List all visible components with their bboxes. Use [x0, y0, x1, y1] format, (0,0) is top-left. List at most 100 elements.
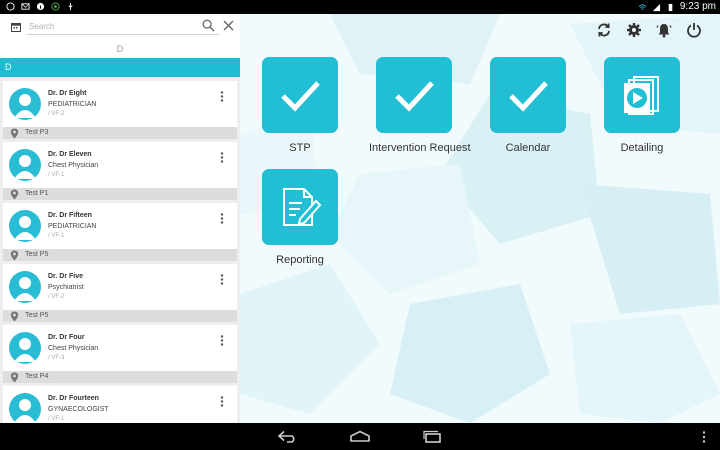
recent-apps-icon[interactable] — [421, 430, 443, 443]
doctor-card[interactable]: Dr. Dr Four Chest Physician / VF-3 Test … — [3, 325, 237, 383]
tile-intervention-request-box[interactable] — [376, 57, 452, 133]
search-bar — [0, 14, 240, 38]
doctor-name: Dr. Dr Eight — [48, 90, 87, 97]
tile-calendar-label: Calendar — [505, 142, 551, 154]
top-toolbar — [596, 22, 702, 38]
doctor-name: Dr. Dr Four — [48, 334, 85, 341]
more-options-icon[interactable] — [220, 274, 224, 285]
search-icon[interactable] — [202, 19, 215, 32]
doctor-location: Test P4 — [25, 373, 49, 380]
tile-reporting-box[interactable] — [262, 169, 338, 245]
overflow-menu-icon[interactable] — [702, 431, 706, 443]
tile-stp[interactable]: STP — [255, 57, 345, 154]
doctor-location: Test P5 — [25, 312, 49, 319]
tile-calendar-box[interactable] — [490, 57, 566, 133]
home-icon[interactable] — [349, 430, 371, 443]
status-bar: 9:23 pm — [0, 0, 720, 14]
avatar — [9, 332, 41, 364]
tile-intervention-request-label: Intervention Request — [369, 142, 471, 154]
doctor-specialty: Chest Physician — [48, 162, 99, 169]
doctor-location: Test P3 — [25, 129, 49, 136]
doctor-name: Dr. Dr Fourteen — [48, 395, 99, 402]
doctor-card[interactable]: Dr. Dr Eleven Chest Physician / VF-1 Tes… — [3, 142, 237, 200]
doctor-vf: / VF-1 — [48, 416, 65, 422]
more-options-icon[interactable] — [220, 396, 224, 407]
more-options-icon[interactable] — [220, 213, 224, 224]
avatar — [9, 88, 41, 120]
notifications-icon[interactable] — [656, 22, 672, 38]
more-options-icon[interactable] — [220, 152, 224, 163]
location-pin-icon — [10, 250, 19, 261]
doctor-specialty: Chest Physician — [48, 345, 99, 352]
doctor-specialty: PEDIATRICIAN — [48, 223, 97, 230]
more-options-icon[interactable] — [220, 91, 224, 102]
email-icon — [21, 3, 30, 10]
doctor-vf: / VF-1 — [48, 172, 65, 178]
location-pin-icon — [10, 311, 19, 322]
report-edit-icon — [283, 188, 322, 226]
tile-detailing-box[interactable] — [604, 57, 680, 133]
tile-calendar[interactable]: Calendar — [483, 57, 573, 154]
tile-intervention-request[interactable]: Intervention Request — [369, 57, 471, 154]
tile-stp-box[interactable] — [262, 57, 338, 133]
doctor-list-panel: D D Dr. Dr Eight PEDIATRICIAN / VF-2 Tes… — [0, 14, 240, 423]
checkmark-icon — [281, 81, 320, 112]
close-icon[interactable] — [223, 20, 234, 31]
doctor-card[interactable]: Dr. Dr Eight PEDIATRICIAN / VF-2 Test P3 — [3, 81, 237, 139]
status-time: 9:23 pm — [679, 1, 716, 12]
doctor-card[interactable]: Dr. Dr Five Psychiatrist / VF-2 Test P5 — [3, 264, 237, 322]
search-input[interactable] — [27, 18, 219, 35]
back-icon[interactable] — [277, 430, 299, 443]
tile-reporting[interactable]: Reporting — [255, 169, 345, 266]
power-icon[interactable] — [686, 22, 702, 38]
alphabet-index[interactable]: D — [0, 38, 240, 58]
location-pin-icon — [10, 128, 19, 139]
doctor-specialty: PEDIATRICIAN — [48, 101, 97, 108]
app-icon — [51, 2, 60, 11]
doctor-location-row: Test P1 — [3, 188, 237, 200]
doctor-specialty: GYNAECOLOGIST — [48, 406, 109, 413]
doctor-card[interactable]: Dr. Dr Fifteen PEDIATRICIAN / VF-1 Test … — [3, 203, 237, 261]
more-options-icon[interactable] — [220, 335, 224, 346]
avatar — [9, 210, 41, 242]
avatar — [9, 149, 41, 181]
doctor-location-row: Test P3 — [3, 127, 237, 139]
doctor-location: Test P5 — [25, 251, 49, 258]
location-pin-icon — [10, 189, 19, 200]
battery-icon — [668, 3, 673, 11]
doctor-location-row: Test P5 — [3, 310, 237, 322]
tile-reporting-label: Reporting — [276, 254, 324, 266]
calendar-icon[interactable] — [11, 22, 21, 32]
tile-detailing-label: Detailing — [620, 142, 664, 154]
doctor-card[interactable]: Dr. Dr Fourteen GYNAECOLOGIST / VF-1 — [3, 386, 237, 423]
doctor-name: Dr. Dr Fifteen — [48, 212, 92, 219]
doctor-location-row: Test P4 — [3, 371, 237, 383]
info-icon — [36, 2, 45, 11]
tile-stp-label: STP — [289, 142, 311, 154]
location-pin-icon — [10, 372, 19, 383]
navigation-bar — [0, 423, 720, 450]
doctor-specialty: Psychiatrist — [48, 284, 84, 291]
settings-icon[interactable] — [626, 22, 642, 38]
doctor-vf: / VF-1 — [48, 233, 65, 239]
section-header: D — [0, 58, 240, 77]
wifi-icon — [638, 3, 647, 10]
doctor-location: Test P1 — [25, 190, 49, 197]
checkmark-icon — [509, 81, 548, 112]
tile-detailing[interactable]: Detailing — [597, 57, 687, 154]
doctor-vf: / VF-2 — [48, 111, 65, 117]
checkmark-icon — [395, 81, 434, 112]
signal-icon — [652, 3, 660, 11]
usb-icon — [68, 2, 73, 11]
doctor-vf: / VF-2 — [48, 294, 65, 300]
video-icon — [624, 76, 659, 115]
doctor-location-row: Test P5 — [3, 249, 237, 261]
sync-icon[interactable] — [596, 22, 612, 38]
doctor-vf: / VF-3 — [48, 355, 65, 361]
dashboard: STP Intervention Request Calendar Detail… — [240, 14, 720, 423]
avatar — [9, 393, 41, 423]
doctor-name: Dr. Dr Five — [48, 273, 84, 280]
avatar — [9, 271, 41, 303]
doctor-name: Dr. Dr Eleven — [48, 151, 92, 158]
whatsapp-icon — [6, 2, 15, 11]
